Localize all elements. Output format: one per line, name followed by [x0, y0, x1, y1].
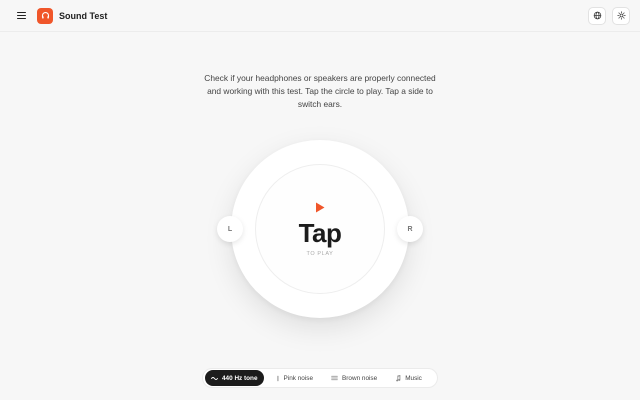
- top-bar: Sound Test: [0, 0, 640, 32]
- sound-option-brown-noise[interactable]: Brown noise: [325, 370, 383, 386]
- music-note-icon: [396, 374, 401, 381]
- hamburger-icon-line: [16, 14, 26, 17]
- sound-option-label: Pink noise: [283, 374, 314, 382]
- theme-toggle-button[interactable]: [612, 6, 630, 25]
- hamburger-icon-line: [16, 18, 26, 20]
- app-logo: [37, 7, 53, 24]
- sound-option-440hz[interactable]: 440 Hz tone: [205, 370, 264, 386]
- sound-option-pink-noise[interactable]: Pink noise: [270, 370, 320, 386]
- app-title: Sound Test: [59, 10, 108, 21]
- hamburger-icon: [16, 11, 26, 13]
- sound-type-selector: 440 Hz tone Pink noise Brown noise Music: [202, 368, 438, 388]
- sine-wave-icon: [211, 376, 218, 380]
- sound-option-label: Brown noise: [342, 374, 378, 382]
- sound-option-label: Music: [405, 374, 422, 382]
- to-play-label: TO PLAY: [306, 251, 334, 257]
- menu-button[interactable]: [10, 5, 32, 27]
- tap-label: Tap: [298, 218, 342, 248]
- bar-icon: [276, 375, 278, 381]
- right-ear-button[interactable]: R: [397, 216, 423, 242]
- left-ear-button[interactable]: L: [217, 216, 243, 242]
- globe-icon: [593, 11, 601, 20]
- tap-to-play-circle[interactable]: Tap TO PLAY: [231, 140, 409, 318]
- instructions-text: Check if your headphones or speakers are…: [204, 73, 436, 109]
- play-icon: [316, 202, 325, 213]
- sun-icon: [616, 11, 626, 20]
- sound-option-label: 440 Hz tone: [222, 374, 258, 382]
- language-button[interactable]: [588, 6, 606, 25]
- sound-option-music[interactable]: Music: [389, 370, 428, 386]
- headphones-icon: [41, 12, 49, 19]
- header-actions: [588, 6, 630, 25]
- lines-icon: [331, 375, 338, 381]
